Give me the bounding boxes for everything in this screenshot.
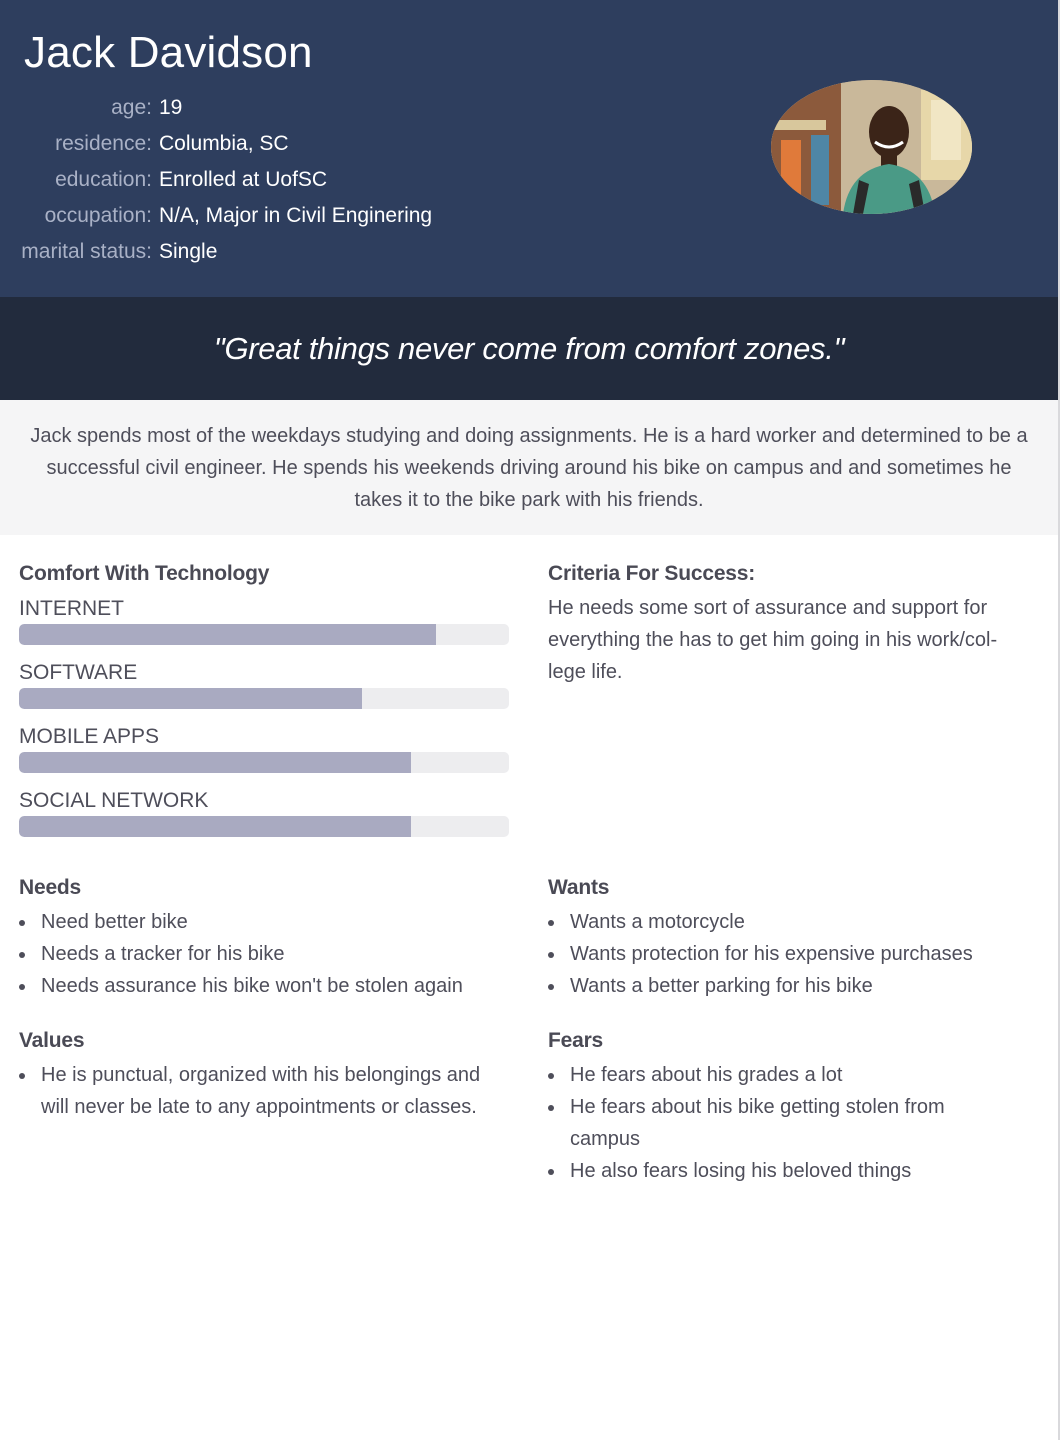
list-item: Wants protection for his expensive purch… <box>548 938 1038 970</box>
persona-page: Jack Davidson age: 19 residence: Columbi… <box>0 0 1060 1440</box>
detail-value: Enrolled at UofSC <box>159 168 328 191</box>
detail-row-marital-status: marital status: Single <box>0 234 520 270</box>
tech-bar-track <box>19 816 509 837</box>
tech-bar-fill <box>19 752 411 773</box>
detail-row-age: age: 19 <box>0 90 520 126</box>
criteria-text: He needs some sort of assurance and supp… <box>548 592 1038 688</box>
persona-name: Jack Davidson <box>24 28 313 77</box>
values-title: Values <box>19 1029 85 1052</box>
detail-label: occupation: <box>44 204 152 227</box>
tech-item-software: SOFTWARE <box>19 657 509 721</box>
tech-label: INTERNET <box>19 597 124 620</box>
list-item: Needs assurance his bike won't be stolen… <box>19 970 519 1002</box>
list-item: Need better bike <box>19 906 519 938</box>
avatar <box>771 80 972 214</box>
detail-value: Single <box>159 240 218 263</box>
persona-bio: Jack spends most of the weekdays studyin… <box>30 425 1028 511</box>
persona-details: age: 19 residence: Columbia, SC educatio… <box>0 90 520 270</box>
values-list: He is punctual, organized with his belon… <box>19 1059 509 1123</box>
list-item: Needs a tracker for his bike <box>19 938 519 970</box>
criteria-line: lege life. <box>548 661 623 683</box>
quote-band: "Great things never come from comfort zo… <box>0 297 1058 400</box>
wants-title: Wants <box>548 876 610 899</box>
list-item: He fears about his grades a lot <box>548 1059 978 1091</box>
detail-label: education: <box>55 168 152 191</box>
portrait-photo-icon <box>771 80 972 214</box>
detail-value: N/A, Major in Civil Enginering <box>159 204 433 227</box>
list-item: He also fears losing his beloved things <box>548 1155 978 1187</box>
list-item: He is punctual, organized with his belon… <box>19 1059 509 1123</box>
detail-value: Columbia, SC <box>159 132 289 155</box>
detail-row-occupation: occupation: N/A, Major in Civil Engineri… <box>0 198 520 234</box>
criteria-line: everything the has to get him going in h… <box>548 629 998 651</box>
fears-list: He fears about his grades a lot He fears… <box>548 1059 978 1187</box>
fears-title: Fears <box>548 1029 604 1052</box>
persona-header: Jack Davidson age: 19 residence: Columbi… <box>0 0 1058 297</box>
tech-bar-track <box>19 752 509 773</box>
needs-list: Need better bike Needs a tracker for his… <box>19 906 519 1002</box>
technology-list: INTERNET SOFTWARE MOBILE APPS SOCIAL NET… <box>19 593 509 849</box>
criteria-line: He needs some sort of assurance and supp… <box>548 597 988 619</box>
tech-item-internet: INTERNET <box>19 593 509 657</box>
list-item: He fears about his bike getting stolen f… <box>548 1091 978 1155</box>
tech-label: SOFTWARE <box>19 661 138 684</box>
tech-bar-fill <box>19 624 436 645</box>
tech-bar-track <box>19 688 509 709</box>
persona-quote: "Great things never come from comfort zo… <box>213 330 845 366</box>
technology-title: Comfort With Technology <box>19 562 270 585</box>
detail-value: 19 <box>159 96 183 119</box>
tech-item-social-network: SOCIAL NETWORK <box>19 785 509 849</box>
wants-list: Wants a motorcycle Wants protection for … <box>548 906 1038 1002</box>
bio-band: Jack spends most of the weekdays studyin… <box>0 400 1058 535</box>
detail-label: marital status: <box>21 240 152 263</box>
criteria-title: Criteria For Success: <box>548 562 756 585</box>
detail-label: age: <box>111 96 152 119</box>
detail-row-residence: residence: Columbia, SC <box>0 126 520 162</box>
tech-label: SOCIAL NETWORK <box>19 789 209 812</box>
tech-item-mobile-apps: MOBILE APPS <box>19 721 509 785</box>
tech-bar-fill <box>19 816 411 837</box>
tech-label: MOBILE APPS <box>19 725 160 748</box>
needs-title: Needs <box>19 876 82 899</box>
tech-bar-track <box>19 624 509 645</box>
list-item: Wants a motorcycle <box>548 906 1038 938</box>
list-item: Wants a better parking for his bike <box>548 970 1038 1002</box>
tech-bar-fill <box>19 688 362 709</box>
detail-label: residence: <box>55 132 152 155</box>
detail-row-education: education: Enrolled at UofSC <box>0 162 520 198</box>
